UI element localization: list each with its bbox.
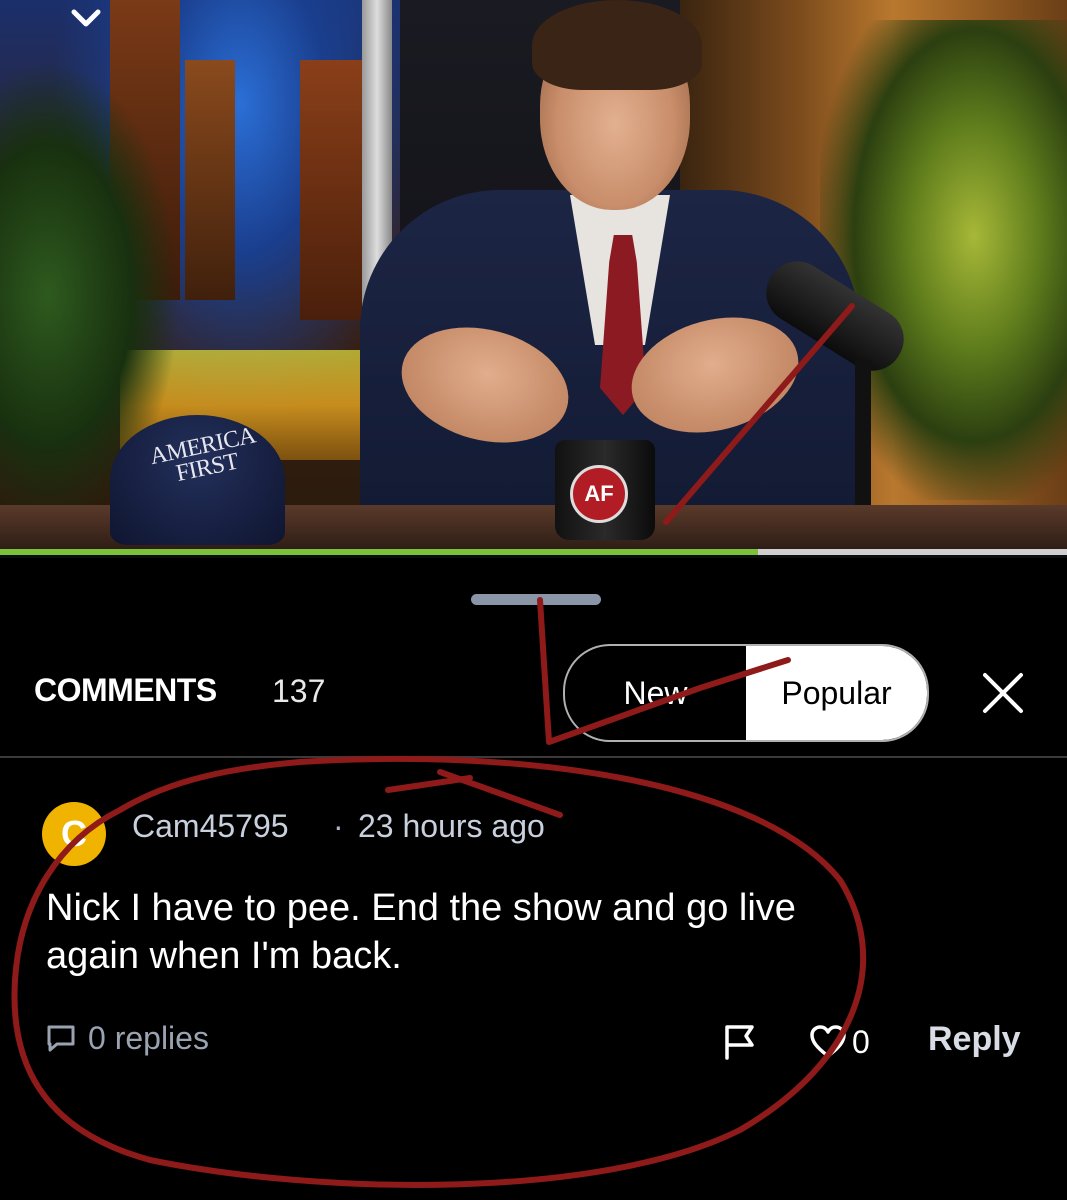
reply-button[interactable]: Reply (928, 1020, 1021, 1059)
heart-icon (810, 1025, 846, 1058)
comment-timestamp: 23 hours ago (358, 808, 545, 844)
like-button[interactable]: 0 (808, 1022, 870, 1062)
avatar[interactable]: C (42, 802, 106, 866)
host-hair (532, 0, 702, 90)
comment-bubble-icon (47, 1025, 75, 1051)
background-building (300, 60, 370, 320)
like-count: 0 (852, 1023, 870, 1060)
sort-toggle: New Popular (563, 644, 929, 742)
video-progress-fill (0, 549, 758, 555)
divider (0, 756, 1067, 758)
sheet-drag-handle[interactable] (471, 594, 601, 605)
replies-button[interactable]: 0 replies (46, 1020, 209, 1057)
comment-username[interactable]: Cam45795 (132, 808, 289, 845)
app-screen: AMERICA FIRST AF COMMENTS 137 New Popula… (0, 0, 1067, 1200)
flag-icon[interactable] (720, 1022, 760, 1062)
mug-logo: AF (570, 465, 628, 523)
comment-body: Nick I have to pee. End the show and go … (46, 887, 796, 977)
sort-new-button[interactable]: New (565, 646, 746, 740)
chevron-down-icon[interactable] (66, 2, 106, 34)
comments-title: COMMENTS (34, 672, 217, 708)
video-progress-bar[interactable] (0, 549, 1067, 555)
video-player[interactable]: AMERICA FIRST AF (0, 0, 1067, 558)
replies-label: 0 replies (88, 1020, 209, 1056)
meta-separator: · (333, 808, 344, 844)
background-building (185, 60, 235, 300)
sort-popular-button[interactable]: Popular (746, 646, 927, 740)
close-icon[interactable] (975, 665, 1031, 721)
comments-count: 137 (272, 673, 326, 709)
